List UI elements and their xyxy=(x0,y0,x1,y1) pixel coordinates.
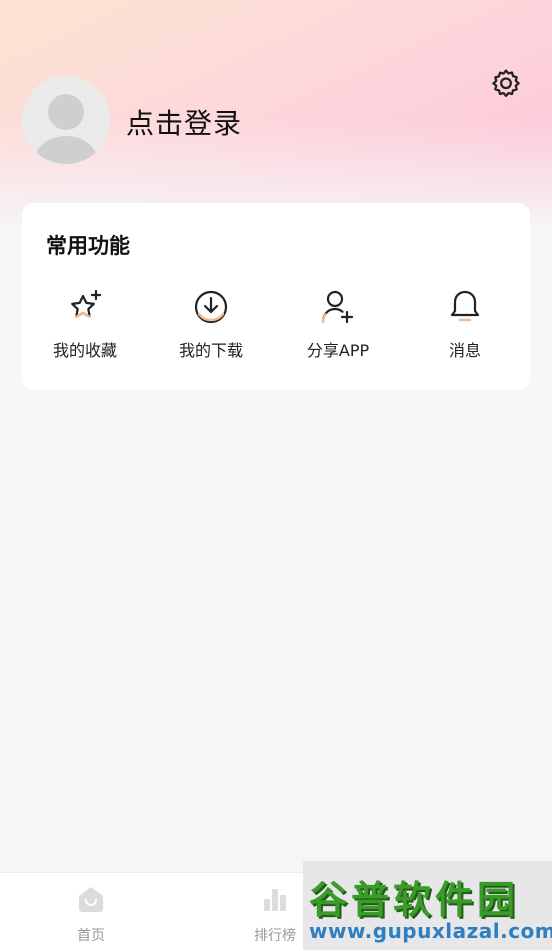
messages-label: 消息 xyxy=(448,341,481,360)
login-link[interactable]: 点击登录 xyxy=(126,102,242,142)
default-avatar-icon xyxy=(34,94,98,164)
watermark-title: 谷普软件园 xyxy=(309,878,520,922)
home-icon xyxy=(79,887,103,912)
share-app-button[interactable]: 分享APP xyxy=(283,287,393,367)
avatar[interactable] xyxy=(22,76,110,164)
bar-chart-icon xyxy=(264,889,286,911)
star-sparkle-icon xyxy=(71,289,102,318)
bell-icon xyxy=(450,290,480,322)
downloads-label: 我的下载 xyxy=(178,341,243,360)
section-title: 常用功能 xyxy=(46,234,130,258)
messages-button[interactable]: 消息 xyxy=(410,287,520,367)
tab-home-label: 首页 xyxy=(77,928,105,944)
tab-home[interactable]: 首页 xyxy=(36,873,146,951)
common-functions-card: 常用功能 我的收藏 我的下载 分享APP 消息 xyxy=(22,203,530,390)
gear-icon xyxy=(492,69,520,98)
watermark-url: www.gupuxlazal.com xyxy=(309,919,552,943)
watermark: 谷普软件园 www.gupuxlazal.com xyxy=(303,861,552,950)
favorites-button[interactable]: 我的收藏 xyxy=(30,287,140,367)
download-circle-icon xyxy=(194,290,228,324)
downloads-button[interactable]: 我的下载 xyxy=(156,287,266,367)
settings-button[interactable] xyxy=(488,66,524,102)
share-app-label: 分享APP xyxy=(306,341,370,360)
user-add-icon xyxy=(321,290,354,324)
favorites-label: 我的收藏 xyxy=(52,341,117,360)
